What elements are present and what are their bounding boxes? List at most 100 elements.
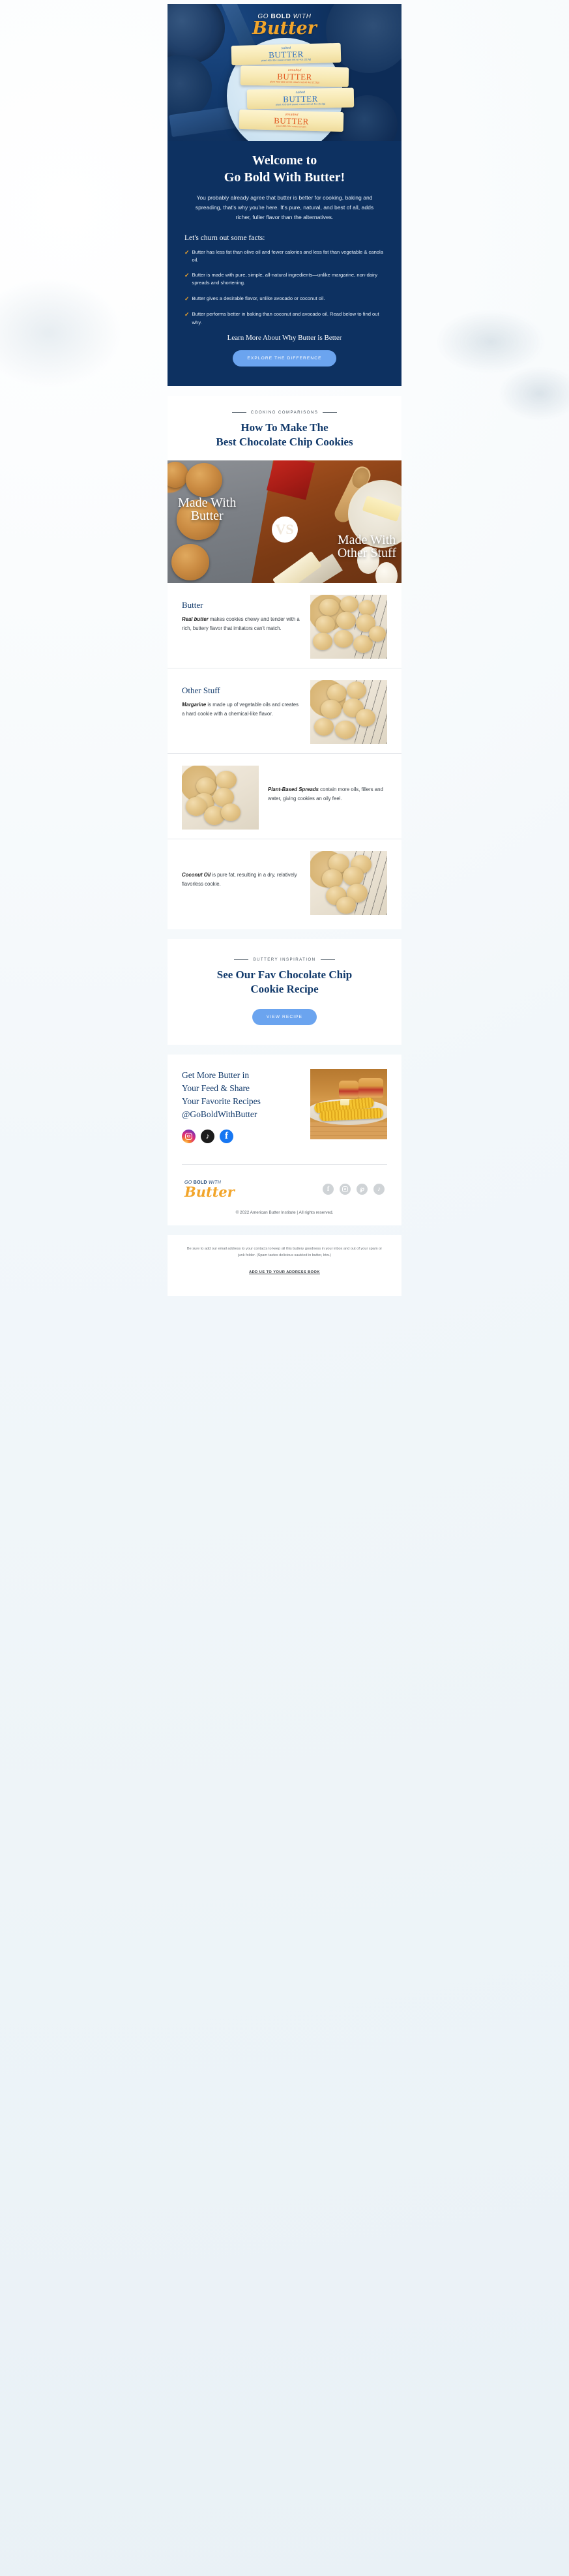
butter-stick-word: BUTTER bbox=[268, 49, 304, 60]
hero-title-line1: Welcome to bbox=[252, 153, 317, 168]
sandwich-icon bbox=[358, 1077, 383, 1098]
comparison-text: Other Stuff Margarine is made up of vege… bbox=[182, 680, 301, 719]
cookie-icon bbox=[336, 896, 356, 914]
tiktok-icon[interactable]: ♪ bbox=[201, 1129, 214, 1143]
cookie-icon bbox=[356, 708, 375, 726]
footer-top: GO BOLD WITH Butter f ℘ ♪ bbox=[182, 1180, 387, 1210]
legal-text: Be sure to add our email address to your… bbox=[184, 1246, 385, 1259]
cookie-icon bbox=[221, 803, 241, 821]
page-title: Welcome to Go Bold With Butter! bbox=[184, 153, 385, 186]
fact-item: ✓ Butter gives a desirable flavor, unlik… bbox=[184, 295, 385, 304]
fact-item: ✓ Butter is made with pure, simple, all-… bbox=[184, 271, 385, 288]
instagram-lens bbox=[187, 1134, 190, 1138]
follow-title-line2: Your Feed & Share bbox=[182, 1083, 250, 1093]
versus-left-line1: Made With bbox=[178, 495, 237, 510]
cookie-icon bbox=[322, 869, 343, 888]
cookie-icon bbox=[358, 599, 375, 616]
versus-right-line1: Made With bbox=[337, 532, 396, 547]
comparison-body: Plant-Based Spreads contain more oils, f… bbox=[268, 785, 387, 803]
facts-heading: Let's churn out some facts: bbox=[184, 233, 265, 242]
comparison-row: Other Stuff Margarine is made up of vege… bbox=[168, 668, 401, 754]
versus-hero-image: Made With Butter Made With Other Stuff V… bbox=[168, 460, 401, 583]
instagram-glyph bbox=[342, 1186, 348, 1193]
instagram-icon[interactable] bbox=[340, 1184, 351, 1195]
comparison-lead: Real butter bbox=[182, 616, 209, 622]
comparisons-header: COOKING COMPARISONS How To Make The Best… bbox=[168, 396, 401, 460]
add-to-address-book-link[interactable]: ADD US TO YOUR ADDRESS BOOK bbox=[249, 1270, 320, 1274]
footer: GO BOLD WITH Butter f ℘ ♪ © 2022 America… bbox=[168, 1160, 401, 1225]
comparison-row: Coconut Oil is pure fat, resulting in a … bbox=[168, 839, 401, 929]
comparison-body: Margarine is made up of vegetable oils a… bbox=[182, 700, 301, 719]
versus-badge: VS bbox=[271, 516, 298, 543]
versus-right-label: Made With Other Stuff bbox=[338, 533, 396, 560]
cookie-icon bbox=[216, 770, 237, 789]
cookie-icon bbox=[347, 681, 366, 699]
recipe-section: BUTTERY INSPIRATION See Our Fav Chocolat… bbox=[168, 938, 401, 1045]
comparison-body: Coconut Oil is pure fat, resulting in a … bbox=[182, 871, 301, 889]
butter-stick-word: BUTTER bbox=[282, 93, 318, 104]
comparisons-title-line1: How To Make The bbox=[241, 421, 328, 434]
legal-line1: Be sure to add our email address to your… bbox=[186, 1246, 350, 1251]
instagram-icon[interactable] bbox=[182, 1129, 196, 1143]
view-recipe-button[interactable]: VIEW RECIPE bbox=[252, 1008, 317, 1025]
social-links: ♪ f bbox=[182, 1129, 301, 1143]
cookie-icon bbox=[335, 720, 356, 739]
cooking-comparisons-section: COOKING COMPARISONS How To Make The Best… bbox=[168, 395, 401, 929]
butter-stick-fineprint: plant #55-304 sweet cream net wt 4oz (11… bbox=[261, 57, 311, 62]
footer-logo-script: Butter bbox=[184, 1183, 235, 1200]
footer-brand-logo[interactable]: GO BOLD WITH Butter bbox=[184, 1180, 235, 1199]
fact-text: Butter gives a desirable flavor, unlike … bbox=[192, 295, 325, 301]
cookie-photo bbox=[310, 680, 387, 744]
butter-stick: salted BUTTER plant #55-304 sweet cream … bbox=[231, 42, 341, 66]
fact-item: ✓ Butter has less fat than olive oil and… bbox=[184, 248, 385, 265]
legal-section: Be sure to add our email address to your… bbox=[168, 1235, 401, 1296]
rule-left-icon bbox=[231, 412, 246, 413]
comparison-row: Plant-Based Spreads contain more oils, f… bbox=[168, 754, 401, 839]
comparison-row: Butter Real butter makes cookies chewy a… bbox=[168, 583, 401, 668]
brand-logo[interactable]: GO BOLD WITH Butter bbox=[168, 13, 401, 37]
butter-stick-fineprint: plant #55-304 sweet cream net wt 4oz (11… bbox=[275, 102, 325, 106]
fact-text: Butter is made with pure, simple, all-na… bbox=[192, 272, 378, 286]
hero-body: Welcome to Go Bold With Butter! You prob… bbox=[168, 141, 401, 386]
butter-stick: salted BUTTER plant #55-304 sweet cream … bbox=[246, 87, 354, 110]
follow-section: Get More Butter in Your Feed & Share You… bbox=[168, 1054, 401, 1225]
eyebrow-text: COOKING COMPARISONS bbox=[250, 410, 319, 415]
recipe-title-line1: See Our Fav Chocolate Chip bbox=[216, 968, 353, 981]
fact-text: Butter has less fat than olive oil and f… bbox=[192, 248, 383, 263]
follow-handle: @GoBoldWithButter bbox=[182, 1109, 257, 1120]
hero-section: salted BUTTER plant #55-304 sweet cream … bbox=[168, 4, 401, 386]
explore-the-difference-button[interactable]: EXPLORE THE DIFFERENCE bbox=[233, 350, 336, 367]
butter-pat-icon bbox=[340, 1098, 349, 1105]
cookie-icon bbox=[340, 595, 358, 612]
cookie-icon bbox=[319, 598, 339, 616]
bowl-icon bbox=[168, 55, 212, 119]
instagram-lens bbox=[343, 1188, 347, 1191]
footer-divider bbox=[182, 1163, 387, 1165]
hero-photo: salted BUTTER plant #55-304 sweet cream … bbox=[168, 4, 401, 141]
footer-social-links: f ℘ ♪ bbox=[323, 1184, 385, 1195]
comparison-lead: Plant-Based Spreads bbox=[268, 786, 319, 792]
fact-text: Butter performs better in baking than co… bbox=[192, 311, 379, 325]
facebook-icon[interactable]: f bbox=[323, 1184, 334, 1195]
pinterest-icon[interactable]: ℘ bbox=[357, 1184, 368, 1195]
cookie-icon bbox=[186, 796, 207, 816]
butter-stick: unsalted BUTTER plant #55-304 sweet crea… bbox=[240, 65, 349, 87]
instagram-glyph bbox=[185, 1132, 192, 1140]
checkmark-icon: ✓ bbox=[184, 295, 190, 302]
rule-right-icon bbox=[323, 412, 338, 413]
comparison-body: Real butter makes cookies chewy and tend… bbox=[182, 615, 301, 633]
butter-stick-word: BUTTER bbox=[273, 115, 309, 127]
comparison-lead: Coconut Oil bbox=[182, 871, 211, 878]
rule-left-icon bbox=[234, 959, 249, 960]
comparison-text: Coconut Oil is pure fat, resulting in a … bbox=[182, 851, 301, 889]
facebook-icon[interactable]: f bbox=[220, 1129, 233, 1143]
cookie-icon bbox=[321, 699, 342, 719]
butter-stick-fineprint: plant #55-304 sweet cream net wt 4oz (11… bbox=[269, 80, 319, 84]
tiktok-icon[interactable]: ♪ bbox=[373, 1184, 385, 1195]
recipe-title-line2: Cookie Recipe bbox=[250, 983, 319, 996]
checkmark-icon: ✓ bbox=[184, 248, 190, 256]
butter-stick-fineprint: plant #55-304 sweet cream bbox=[276, 125, 306, 128]
